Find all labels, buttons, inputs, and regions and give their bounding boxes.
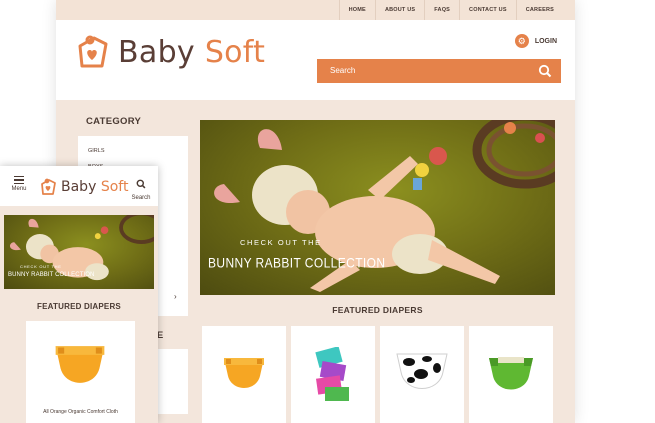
nav-home[interactable]: HOME: [338, 0, 375, 20]
chevron-right-icon[interactable]: ›: [174, 292, 177, 301]
multicolor-diapers-image: [315, 346, 349, 401]
hero-caption-line2: BUNNY RABBIT COLLECTION: [208, 255, 386, 271]
site-header: Baby Soft ⚙ LOGIN Search: [56, 20, 575, 100]
logo-icon: [78, 35, 108, 68]
login-label: LOGIN: [534, 37, 557, 45]
orange-diaper-image: [224, 357, 264, 388]
hero-caption-line1: CHECK OUT THE: [240, 238, 322, 247]
nav-about-us[interactable]: ABOUT US: [374, 0, 424, 20]
brand-name-part1: Baby: [118, 34, 195, 70]
search-placeholder: Search: [330, 66, 356, 75]
toy-ball: [504, 122, 516, 134]
mobile-hero-banner[interactable]: CHECK OUT THE BUNNY RABBIT COLLECTION: [4, 215, 154, 289]
category-item-girls[interactable]: GIRLS: [78, 144, 188, 160]
search-icon[interactable]: [538, 64, 552, 78]
mobile-hero-caption-line1: CHECK OUT THE: [20, 264, 62, 269]
category-title: CATEGORY: [86, 116, 142, 127]
mobile-hero-caption-line2: BUNNY RABBIT COLLECTION: [8, 272, 95, 278]
basket-illustration: [472, 120, 555, 189]
mobile-site-preview: Menu Baby Soft Search CHECK OUT THE BUNN…: [0, 166, 158, 423]
mobile-product-card[interactable]: All Orange Organic Comfort Cloth: [26, 321, 135, 423]
nav-contact-us[interactable]: CONTACT US: [459, 0, 516, 20]
top-navigation: HOME ABOUT US FAQS CONTACT US CAREERS: [56, 0, 575, 20]
mobile-header: Menu Baby Soft Search: [0, 166, 158, 206]
product-card-cow-print[interactable]: [380, 326, 464, 423]
brand-name-part2: Soft: [204, 34, 266, 70]
mobile-featured-title: FEATURED DIAPERS: [37, 302, 121, 311]
menu-label: Menu: [11, 186, 27, 193]
product-card-multicolor[interactable]: [291, 326, 375, 423]
nav-faqs[interactable]: FAQS: [424, 0, 459, 20]
hero-banner[interactable]: CHECK OUT THE BUNNY RABBIT COLLECTION: [200, 120, 555, 295]
product-card-orange[interactable]: [202, 326, 286, 423]
brand-name-part1: Baby: [61, 179, 97, 195]
search-input[interactable]: Search: [317, 59, 561, 83]
cow-print-diaper-image: [396, 353, 448, 389]
orange-diaper-image: [55, 346, 105, 383]
login-button[interactable]: ⚙ LOGIN: [514, 34, 557, 48]
product-card-green[interactable]: [469, 326, 553, 423]
featured-diapers-title: FEATURED DIAPERS: [332, 305, 423, 315]
green-diaper-image: [489, 356, 533, 389]
nav-careers[interactable]: CAREERS: [515, 0, 563, 20]
toy-rattle: [413, 147, 447, 190]
menu-button[interactable]: Menu: [8, 176, 30, 192]
site-logo[interactable]: Baby Soft: [72, 32, 265, 72]
menu-icon: [14, 176, 24, 185]
search-icon: [136, 179, 146, 189]
search-label: Search: [131, 195, 151, 201]
mobile-logo[interactable]: Baby Soft: [38, 177, 128, 197]
logo-icon: [41, 178, 56, 195]
product-name: All Orange Organic Comfort Cloth: [43, 409, 118, 415]
mobile-search-button[interactable]: Search: [128, 176, 154, 201]
toy-ball: [535, 133, 545, 143]
gear-icon: ⚙: [514, 34, 529, 48]
brand-name-part2: Soft: [100, 179, 129, 195]
